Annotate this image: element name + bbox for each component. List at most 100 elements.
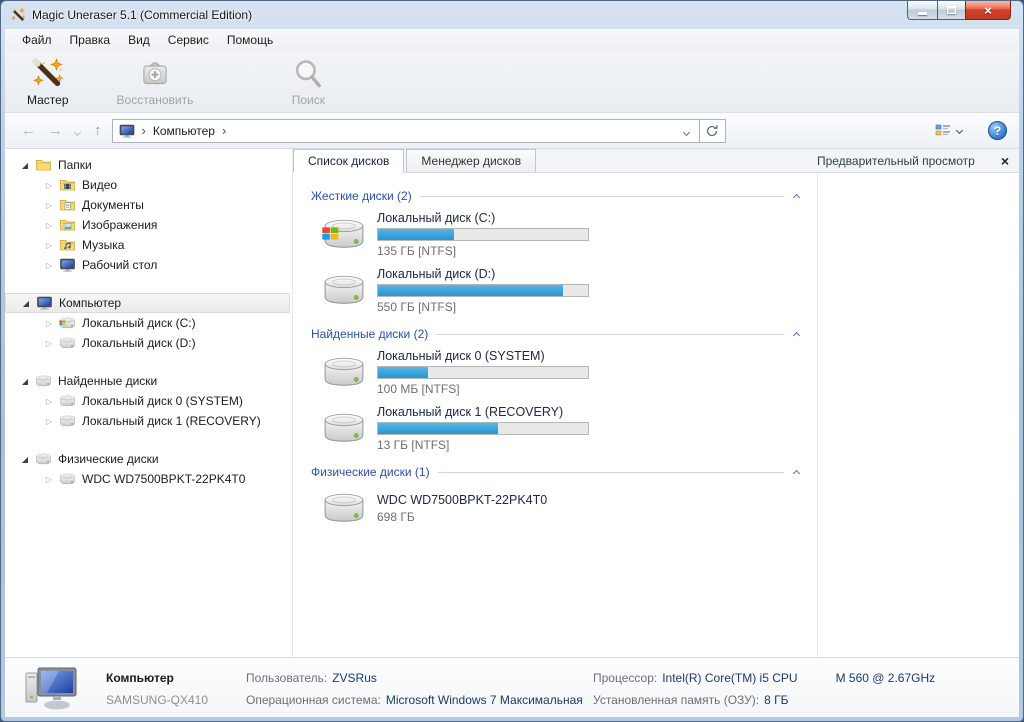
- help-button[interactable]: ?: [988, 121, 1007, 140]
- expander-closed-icon[interactable]: ▷: [43, 397, 55, 406]
- breadcrumb-separator: ›: [222, 123, 226, 138]
- forward-button[interactable]: →: [48, 123, 63, 138]
- status-os-label: Операционная система:: [246, 693, 381, 707]
- menu-edit[interactable]: Правка: [61, 30, 120, 50]
- menu-file[interactable]: Файл: [13, 30, 61, 50]
- sidebar-group-physical-disks[interactable]: ◢ Физические диски: [5, 449, 292, 469]
- sidebar-group-folders[interactable]: ◢ Папки: [5, 155, 292, 175]
- tree-label: Найденные диски: [58, 374, 157, 388]
- expander-closed-icon[interactable]: ▷: [43, 241, 55, 250]
- minimize-icon: [918, 12, 927, 15]
- first-aid-kit-icon: [138, 57, 172, 91]
- disk-item-d[interactable]: Локальный диск (D:) 550 ГБ [NTFS]: [311, 265, 803, 315]
- breadcrumb-separator: ›: [142, 123, 146, 138]
- collapse-chevron-icon[interactable]: [794, 187, 799, 205]
- tree-label: Локальный диск (C:): [82, 316, 196, 330]
- status-computer-column: Компьютер SAMSUNG-QX410: [106, 667, 208, 711]
- breadcrumb[interactable]: › Компьютер ›: [112, 119, 700, 143]
- disk-item-found-0[interactable]: Локальный диск 0 (SYSTEM) 100 МБ [NTFS]: [311, 347, 803, 397]
- expander-open-icon[interactable]: ◢: [19, 161, 31, 170]
- history-dropdown-icon[interactable]: [75, 122, 80, 140]
- close-button[interactable]: ×: [965, 1, 1011, 20]
- maximize-button[interactable]: [937, 1, 965, 20]
- menu-service[interactable]: Сервис: [159, 30, 218, 50]
- system-disk-icon: [59, 315, 76, 331]
- expander-open-icon[interactable]: ◢: [19, 377, 31, 386]
- sidebar-item-found-disk-0[interactable]: ▷ Локальный диск 0 (SYSTEM): [5, 391, 292, 411]
- menu-help[interactable]: Помощь: [218, 30, 282, 50]
- tab-disk-manager[interactable]: Менеджер дисков: [406, 149, 536, 172]
- expander-closed-icon[interactable]: ▷: [43, 417, 55, 426]
- sidebar-group-computer[interactable]: ◢ Компьютер: [5, 293, 290, 313]
- sidebar-item-desktop[interactable]: ▷ Рабочий стол: [5, 255, 292, 275]
- preview-close-icon[interactable]: ×: [1001, 154, 1009, 168]
- view-list-icon: [935, 124, 951, 138]
- magic-wand-icon: [31, 57, 65, 91]
- expander-closed-icon[interactable]: ▷: [43, 221, 55, 230]
- sidebar-item-documents[interactable]: ▷ Документы: [5, 195, 292, 215]
- tree-label: Музыка: [82, 238, 124, 252]
- disk-usage-fill: [378, 285, 563, 296]
- content-panes: Жесткие диски (2) Локальный диск (C:) 13…: [293, 173, 1019, 657]
- status-hardware-column: Процессор: Intel(R) Core(TM) i5 CPU M 56…: [593, 667, 935, 711]
- sidebar-item-music[interactable]: ▷ Музыка: [5, 235, 292, 255]
- expander-closed-icon[interactable]: ▷: [43, 201, 55, 210]
- tab-disk-list[interactable]: Список дисков: [293, 149, 404, 173]
- title-bar[interactable]: Magic Uneraser 5.1 (Commercial Edition) …: [1, 1, 1023, 29]
- sidebar-item-pictures[interactable]: ▷ Изображения: [5, 215, 292, 235]
- wizard-button-label: Мастер: [27, 93, 69, 107]
- tree-label: Локальный диск (D:): [82, 336, 196, 350]
- disk-usage-bar: [377, 422, 589, 435]
- expander-closed-icon[interactable]: ▷: [43, 475, 55, 484]
- search-button[interactable]: Поиск: [281, 55, 335, 109]
- status-computer-name: SAMSUNG-QX410: [106, 693, 208, 707]
- status-user-value: ZVSRus: [332, 671, 377, 685]
- disk-usage-fill: [378, 367, 428, 378]
- app-icon: [10, 7, 26, 23]
- search-button-label: Поиск: [292, 93, 325, 107]
- expander-closed-icon[interactable]: ▷: [43, 181, 55, 190]
- disk-usage-bar: [377, 284, 589, 297]
- expander-open-icon[interactable]: ◢: [20, 299, 32, 308]
- sidebar-item-disk-c[interactable]: ▷ Локальный диск (C:): [5, 313, 292, 333]
- section-found-disks: Найденные диски (2) Локальный диск 0 (SY…: [311, 325, 803, 453]
- minimize-button[interactable]: [907, 1, 937, 20]
- back-button[interactable]: ←: [21, 123, 36, 138]
- up-button[interactable]: ↑: [94, 123, 102, 138]
- expander-open-icon[interactable]: ◢: [19, 455, 31, 464]
- disk-item-found-1[interactable]: Локальный диск 1 (RECOVERY) 13 ГБ [NTFS]: [311, 403, 803, 453]
- expander-closed-icon[interactable]: ▷: [43, 261, 55, 270]
- preview-pane: [817, 173, 1019, 657]
- sidebar-item-disk-d[interactable]: ▷ Локальный диск (D:): [5, 333, 292, 353]
- collapse-chevron-icon[interactable]: [794, 463, 799, 481]
- view-mode-button[interactable]: [931, 121, 966, 141]
- app-window: Magic Uneraser 5.1 (Commercial Edition) …: [0, 0, 1024, 722]
- help-icon: ?: [994, 124, 1001, 138]
- tree-label: Физические диски: [58, 452, 159, 466]
- breadcrumb-item-computer[interactable]: Компьютер: [153, 124, 215, 138]
- restore-button[interactable]: Восстановить: [107, 55, 204, 109]
- refresh-button[interactable]: [700, 119, 726, 143]
- disk-size: 550 ГБ [NTFS]: [377, 299, 589, 315]
- expander-closed-icon[interactable]: ▷: [43, 319, 55, 328]
- section-header: Жесткие диски (2): [311, 187, 803, 205]
- disk-item-c[interactable]: Локальный диск (C:) 135 ГБ [NTFS]: [311, 209, 803, 259]
- disk-item-physical-wdc[interactable]: WDC WD7500BPKT-22PK4T0 698 ГБ: [311, 491, 803, 525]
- menu-view[interactable]: Вид: [119, 30, 159, 50]
- disk-name: Локальный диск (C:): [377, 209, 589, 227]
- expander-closed-icon[interactable]: ▷: [43, 339, 55, 348]
- status-cpu-value: Intel(R) Core(TM) i5 CPU: [662, 671, 797, 685]
- preview-panel-title: Предварительный просмотр: [817, 154, 975, 168]
- disk-icon: [321, 273, 367, 307]
- sidebar-item-physical-disk-wdc[interactable]: ▷ WDC WD7500BPKT-22PK4T0: [5, 469, 292, 489]
- sidebar-item-video[interactable]: ▷ Видео: [5, 175, 292, 195]
- breadcrumb-dropdown-icon[interactable]: [678, 118, 695, 144]
- tree-label: Компьютер: [59, 296, 121, 310]
- maximize-icon: [947, 6, 956, 14]
- wizard-button[interactable]: Мастер: [17, 55, 79, 109]
- sidebar-item-found-disk-1[interactable]: ▷ Локальный диск 1 (RECOVERY): [5, 411, 292, 431]
- collapse-chevron-icon[interactable]: [794, 325, 799, 343]
- sidebar-group-found-disks[interactable]: ◢ Найденные диски: [5, 371, 292, 391]
- section-physical-disks: Физические диски (1) WDC WD7500BPKT-22PK…: [311, 463, 803, 525]
- tree-spacer: [5, 431, 292, 449]
